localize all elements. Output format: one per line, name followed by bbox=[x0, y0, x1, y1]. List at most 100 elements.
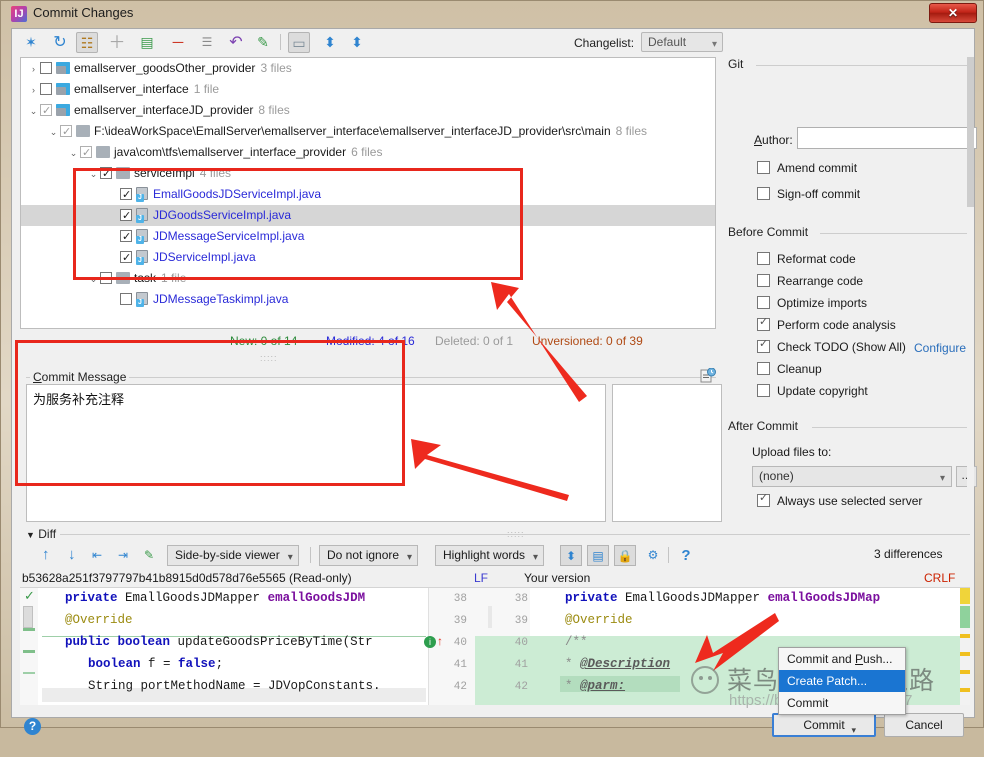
accept-left-icon[interactable]: ⇤ bbox=[86, 545, 108, 566]
checkbox-cleanup[interactable] bbox=[757, 362, 770, 375]
line-separator-left[interactable]: LF bbox=[474, 571, 488, 585]
tree-row[interactable]: ⌄ task 1 file bbox=[21, 268, 715, 289]
author-input[interactable] bbox=[797, 127, 977, 149]
changelist-dropdown[interactable]: Default ▾ bbox=[641, 32, 723, 52]
menu-item-commit[interactable]: Commit bbox=[779, 692, 905, 714]
tree-twisty-icon[interactable]: ⌄ bbox=[27, 101, 40, 122]
configure-link[interactable]: Configure bbox=[914, 341, 966, 355]
checkbox-always-use-server[interactable] bbox=[757, 491, 770, 507]
add-icon[interactable]: ＋ bbox=[106, 32, 128, 53]
show-whitespace-icon[interactable]: ▤ bbox=[587, 545, 609, 566]
move-to-changelist-icon[interactable]: ▤ bbox=[136, 32, 158, 53]
refresh-icon[interactable]: ↻ bbox=[49, 32, 71, 53]
show-diff-icon[interactable]: ✶ bbox=[20, 32, 42, 53]
option-check-todo[interactable]: Check TODO (Show All) bbox=[757, 337, 906, 354]
tree-row[interactable]: JDGoodsServiceImpl.java bbox=[21, 205, 715, 227]
tree-twisty-icon[interactable]: ⌄ bbox=[47, 122, 60, 143]
edit-source-icon[interactable]: ✎ bbox=[138, 545, 160, 566]
tree-twisty-icon[interactable]: › bbox=[27, 80, 40, 101]
option-signoff-commit[interactable]: Sign-off commit bbox=[757, 187, 860, 201]
commit-options-context-menu[interactable]: Commit and Push... Create Patch... Commi… bbox=[778, 647, 906, 715]
option-rearrange-code[interactable]: Rearrange code bbox=[757, 274, 863, 288]
tree-twisty-icon[interactable]: › bbox=[27, 59, 40, 80]
tree-row[interactable]: ⌄ java\com\tfs\emallserver_interface_prov… bbox=[21, 142, 715, 164]
show-unversioned-icon[interactable]: ☷ bbox=[76, 32, 98, 53]
tree-row-checkbox[interactable] bbox=[120, 293, 132, 305]
tree-row-checkbox[interactable] bbox=[120, 227, 132, 248]
expand-all-icon[interactable]: ⬍ bbox=[319, 32, 341, 53]
tree-row-checkbox[interactable] bbox=[80, 143, 92, 164]
checkbox-reformat-code[interactable] bbox=[757, 252, 770, 265]
help-icon[interactable]: ? bbox=[24, 718, 41, 735]
scroll-thumb-left[interactable] bbox=[23, 606, 33, 628]
tree-row[interactable]: ⌄ serviceImpl 4 files bbox=[21, 163, 715, 185]
gear-icon[interactable]: ⚙ bbox=[642, 545, 664, 566]
option-optimize-imports[interactable]: Optimize imports bbox=[757, 296, 867, 310]
option-reformat-code[interactable]: Reformat code bbox=[757, 252, 856, 266]
tree-row-checkbox[interactable] bbox=[120, 206, 132, 227]
previous-difference-icon[interactable]: ↑ bbox=[42, 546, 50, 563]
help-icon[interactable]: ? bbox=[675, 545, 697, 566]
tree-row-checkbox[interactable] bbox=[40, 101, 52, 122]
scroll-thumb-right[interactable] bbox=[488, 606, 492, 628]
tree-row-checkbox[interactable] bbox=[120, 185, 132, 206]
group-by-icon[interactable]: ☰ bbox=[196, 32, 218, 53]
option-amend-commit[interactable]: Amend commit bbox=[757, 161, 857, 175]
line-separator-right[interactable]: CRLF bbox=[924, 571, 955, 585]
inspection-badge-icon[interactable]: i bbox=[424, 636, 436, 648]
tree-row[interactable]: › emallserver_goodsOther_provider 3 files bbox=[21, 58, 715, 79]
close-icon[interactable]: ✕ bbox=[929, 3, 977, 23]
cancel-button[interactable]: Cancel bbox=[884, 713, 964, 737]
diff-pane-left[interactable]: ✓ private EmallGoodsJDMapper emallGoodsJ… bbox=[20, 588, 475, 705]
chevron-down-icon[interactable]: ▾ bbox=[851, 720, 856, 740]
option-perform-code-analysis[interactable]: Perform code analysis bbox=[757, 315, 896, 332]
checkbox-amend-commit[interactable] bbox=[757, 161, 770, 174]
diff-section-legend[interactable]: ▼ Diff bbox=[26, 527, 61, 541]
tree-row[interactable]: JDMessageServiceImpl.java bbox=[21, 226, 715, 248]
checkbox-check-todo[interactable] bbox=[757, 337, 770, 353]
options-scrollbar[interactable] bbox=[967, 57, 974, 527]
tree-row-checkbox[interactable] bbox=[60, 122, 72, 143]
checkbox-optimize-imports[interactable] bbox=[757, 296, 770, 309]
tree-row[interactable]: › emallserver_interface 1 file bbox=[21, 79, 715, 100]
checkbox-update-copyright[interactable] bbox=[757, 384, 770, 397]
revert-icon[interactable]: ↶ bbox=[225, 32, 247, 53]
accepted-change-icon[interactable]: ✓ bbox=[24, 588, 35, 604]
menu-item-commit-and-push[interactable]: Commit and Push... bbox=[779, 648, 905, 670]
checkbox-signoff-commit[interactable] bbox=[757, 187, 770, 200]
remove-icon[interactable]: ─ bbox=[167, 32, 189, 53]
tree-row[interactable]: ⌄ emallserver_interfaceJD_provider 8 files bbox=[21, 100, 715, 122]
tree-row[interactable]: JDMessageTaskimpl.java bbox=[21, 289, 715, 310]
option-update-copyright[interactable]: Update copyright bbox=[757, 384, 868, 398]
accept-right-icon[interactable]: ⇥ bbox=[112, 545, 134, 566]
ignore-mode-dropdown[interactable]: Do not ignore ▾ bbox=[319, 545, 419, 566]
commit-history-icon[interactable] bbox=[700, 367, 716, 383]
option-cleanup[interactable]: Cleanup bbox=[757, 362, 822, 376]
tree-row-checkbox[interactable] bbox=[100, 164, 112, 185]
tree-row-checkbox[interactable] bbox=[40, 62, 52, 74]
tree-twisty-icon[interactable]: ⌄ bbox=[67, 143, 80, 164]
tree-row[interactable]: JDServiceImpl.java bbox=[21, 247, 715, 269]
group-by-directory-icon[interactable]: ▭ bbox=[288, 32, 310, 53]
horizontal-splitter[interactable]: ::::: bbox=[260, 353, 278, 363]
tree-row-checkbox[interactable] bbox=[120, 248, 132, 269]
checkbox-rearrange-code[interactable] bbox=[757, 274, 770, 287]
commit-button[interactable]: Commit ▾ bbox=[772, 713, 876, 737]
lock-icon[interactable]: 🔒 bbox=[614, 545, 636, 566]
tree-row[interactable]: ⌄ F:\ideaWorkSpace\EmallServer\emallserve… bbox=[21, 121, 715, 143]
tree-row[interactable]: EmallGoodsJDServiceImpl.java bbox=[21, 184, 715, 206]
next-difference-icon[interactable]: ↓ bbox=[68, 546, 76, 563]
option-always-use-server[interactable]: Always use selected server bbox=[757, 491, 922, 508]
diff-splitter[interactable]: ::::: bbox=[507, 529, 525, 539]
highlight-mode-dropdown[interactable]: Highlight words ▾ bbox=[435, 545, 545, 566]
tree-row-checkbox[interactable] bbox=[100, 272, 112, 284]
edit-source-icon[interactable]: ✎ bbox=[252, 32, 274, 53]
viewer-mode-dropdown[interactable]: Side-by-side viewer ▾ bbox=[167, 545, 299, 566]
collapse-all-icon[interactable]: ⬍ bbox=[346, 32, 368, 53]
tree-twisty-icon[interactable]: ⌄ bbox=[87, 164, 100, 185]
scrollbar-thumb[interactable] bbox=[967, 57, 974, 207]
commit-message-input[interactable]: 为服务补充注释 bbox=[26, 384, 606, 522]
checkbox-perform-code-analysis[interactable] bbox=[757, 315, 770, 331]
tree-twisty-icon[interactable]: ⌄ bbox=[87, 269, 100, 290]
menu-item-create-patch[interactable]: Create Patch... bbox=[779, 670, 905, 692]
